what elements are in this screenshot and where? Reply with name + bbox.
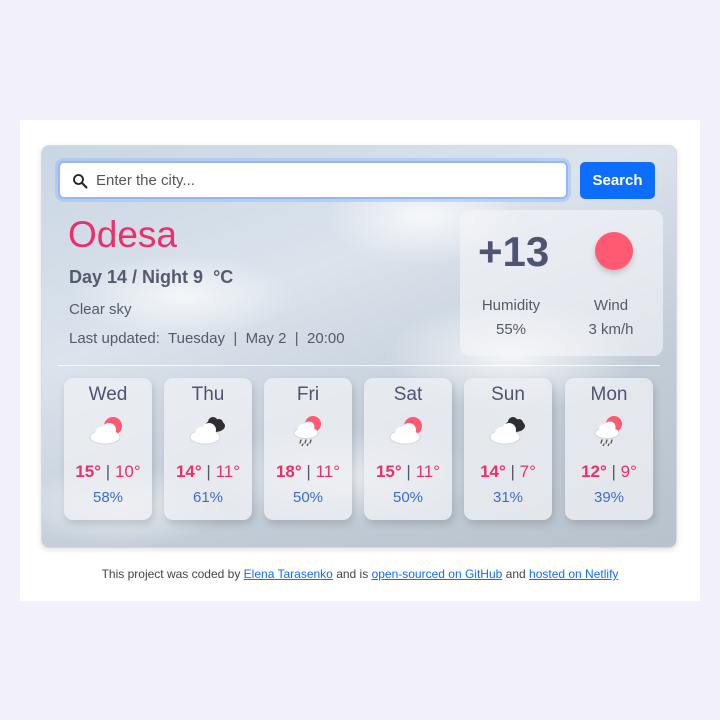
forecast-temperatures: 14° | 11° [175,462,241,481]
wind-label: Wind [593,297,629,314]
day-night-temperature: Day 14 / Night 9 °C [69,267,233,288]
forecast-day-name: Fri [296,384,320,405]
sun-rain-icon [293,416,321,446]
divider [58,365,660,366]
current-conditions-panel: +13 Humidity 55% Wind 3 km/h [460,210,663,356]
footer-text: This project was coded by [101,567,244,581]
humidity-value: 55% [495,321,527,338]
last-updated: Last updated: Tuesday | May 2 | 20:00 [69,330,345,347]
forecast-low: 10° [114,462,141,481]
last-updated-date: May 2 [245,330,287,347]
sun-rain-icon [594,416,622,446]
forecast-humidity: 50% [392,489,424,506]
search-input[interactable] [96,169,556,191]
forecast-temperatures: 12° | 9° [581,462,637,481]
search-field[interactable] [58,161,568,199]
forecast-humidity: 50% [292,489,324,506]
author-link[interactable]: Elena Tarasenko [244,567,333,581]
forecast-low: 11° [315,462,341,481]
weather-card: Search Odesa Day 14 / Night 9 °C Clear s… [41,145,677,548]
forecast-day-name: Wed [88,384,128,405]
dark-clouds-icon [489,417,525,445]
partly-cloudy-icon [89,417,122,445]
forecast-temperatures: 18° | 11° [275,462,341,481]
humidity-stat: Humidity 55% [466,294,556,342]
forecast-day-card: Wed 15° | 10° 58% [64,378,152,520]
search-icon [73,174,88,189]
forecast-day-card: Sat 15° | 11° 50% [364,378,452,520]
day-night-values: Day 14 / Night 9 [69,267,204,287]
forecast-high: 14° [480,462,506,481]
forecast-high: 14° [175,462,202,481]
forecast-temperatures: 14° | 7° [480,462,536,481]
current-temperature: +13 [478,228,550,275]
forecast-humidity: 31% [492,489,524,506]
last-updated-label: Last updated: [69,330,160,347]
footer-text: and [502,567,530,581]
wind-stat: Wind 3 km/h [566,294,656,342]
forecast-temperatures: 15° | 11° [375,462,441,481]
forecast-day-name: Thu [191,384,225,405]
weather-description: Clear sky [69,301,132,318]
footer-text: and is [332,567,372,581]
sun-icon [595,232,633,270]
forecast-day-name: Mon [590,384,628,405]
search-button[interactable]: Search [580,162,655,199]
forecast-humidity: 58% [92,489,124,506]
forecast-day-card: Mon 12° | 9° 39% [565,378,653,520]
netlify-link[interactable]: hosted on Netlify [529,567,618,581]
forecast-low: 7° [519,462,536,481]
forecast-temperatures: 15° | 10° [75,462,141,481]
forecast-high: 15° [75,462,102,481]
last-updated-day: Tuesday [168,330,225,347]
forecast-day-name: Sat [393,384,423,405]
last-updated-time: 20:00 [307,330,345,347]
forecast-low: 11° [215,462,241,481]
forecast-high: 18° [275,462,302,481]
forecast-high: 12° [581,462,607,481]
wind-value: 3 km/h [588,321,634,338]
forecast-day-card: Fri 18° | 11° 50% [264,378,352,520]
forecast-humidity: 61% [192,489,224,506]
forecast-humidity: 39% [593,489,625,506]
github-link[interactable]: open-sourced on GitHub [372,567,503,581]
forecast-high: 15° [375,462,402,481]
humidity-label: Humidity [481,297,541,314]
forecast-low: 9° [620,462,637,481]
temperature-unit: °C [213,267,234,287]
forecast-day-card: Sun 14° | 7° 31% [464,378,552,520]
page: Search Odesa Day 14 / Night 9 °C Clear s… [20,120,700,601]
forecast-day-name: Sun [491,384,525,405]
forecast-day-card: Thu 14° | 11° 61% [164,378,252,520]
city-name: Odesa [68,214,178,255]
forecast-low: 11° [415,462,441,481]
footer: This project was coded by Elena Tarasenk… [20,567,700,581]
partly-cloudy-icon [389,417,422,445]
dark-clouds-icon [189,417,225,445]
